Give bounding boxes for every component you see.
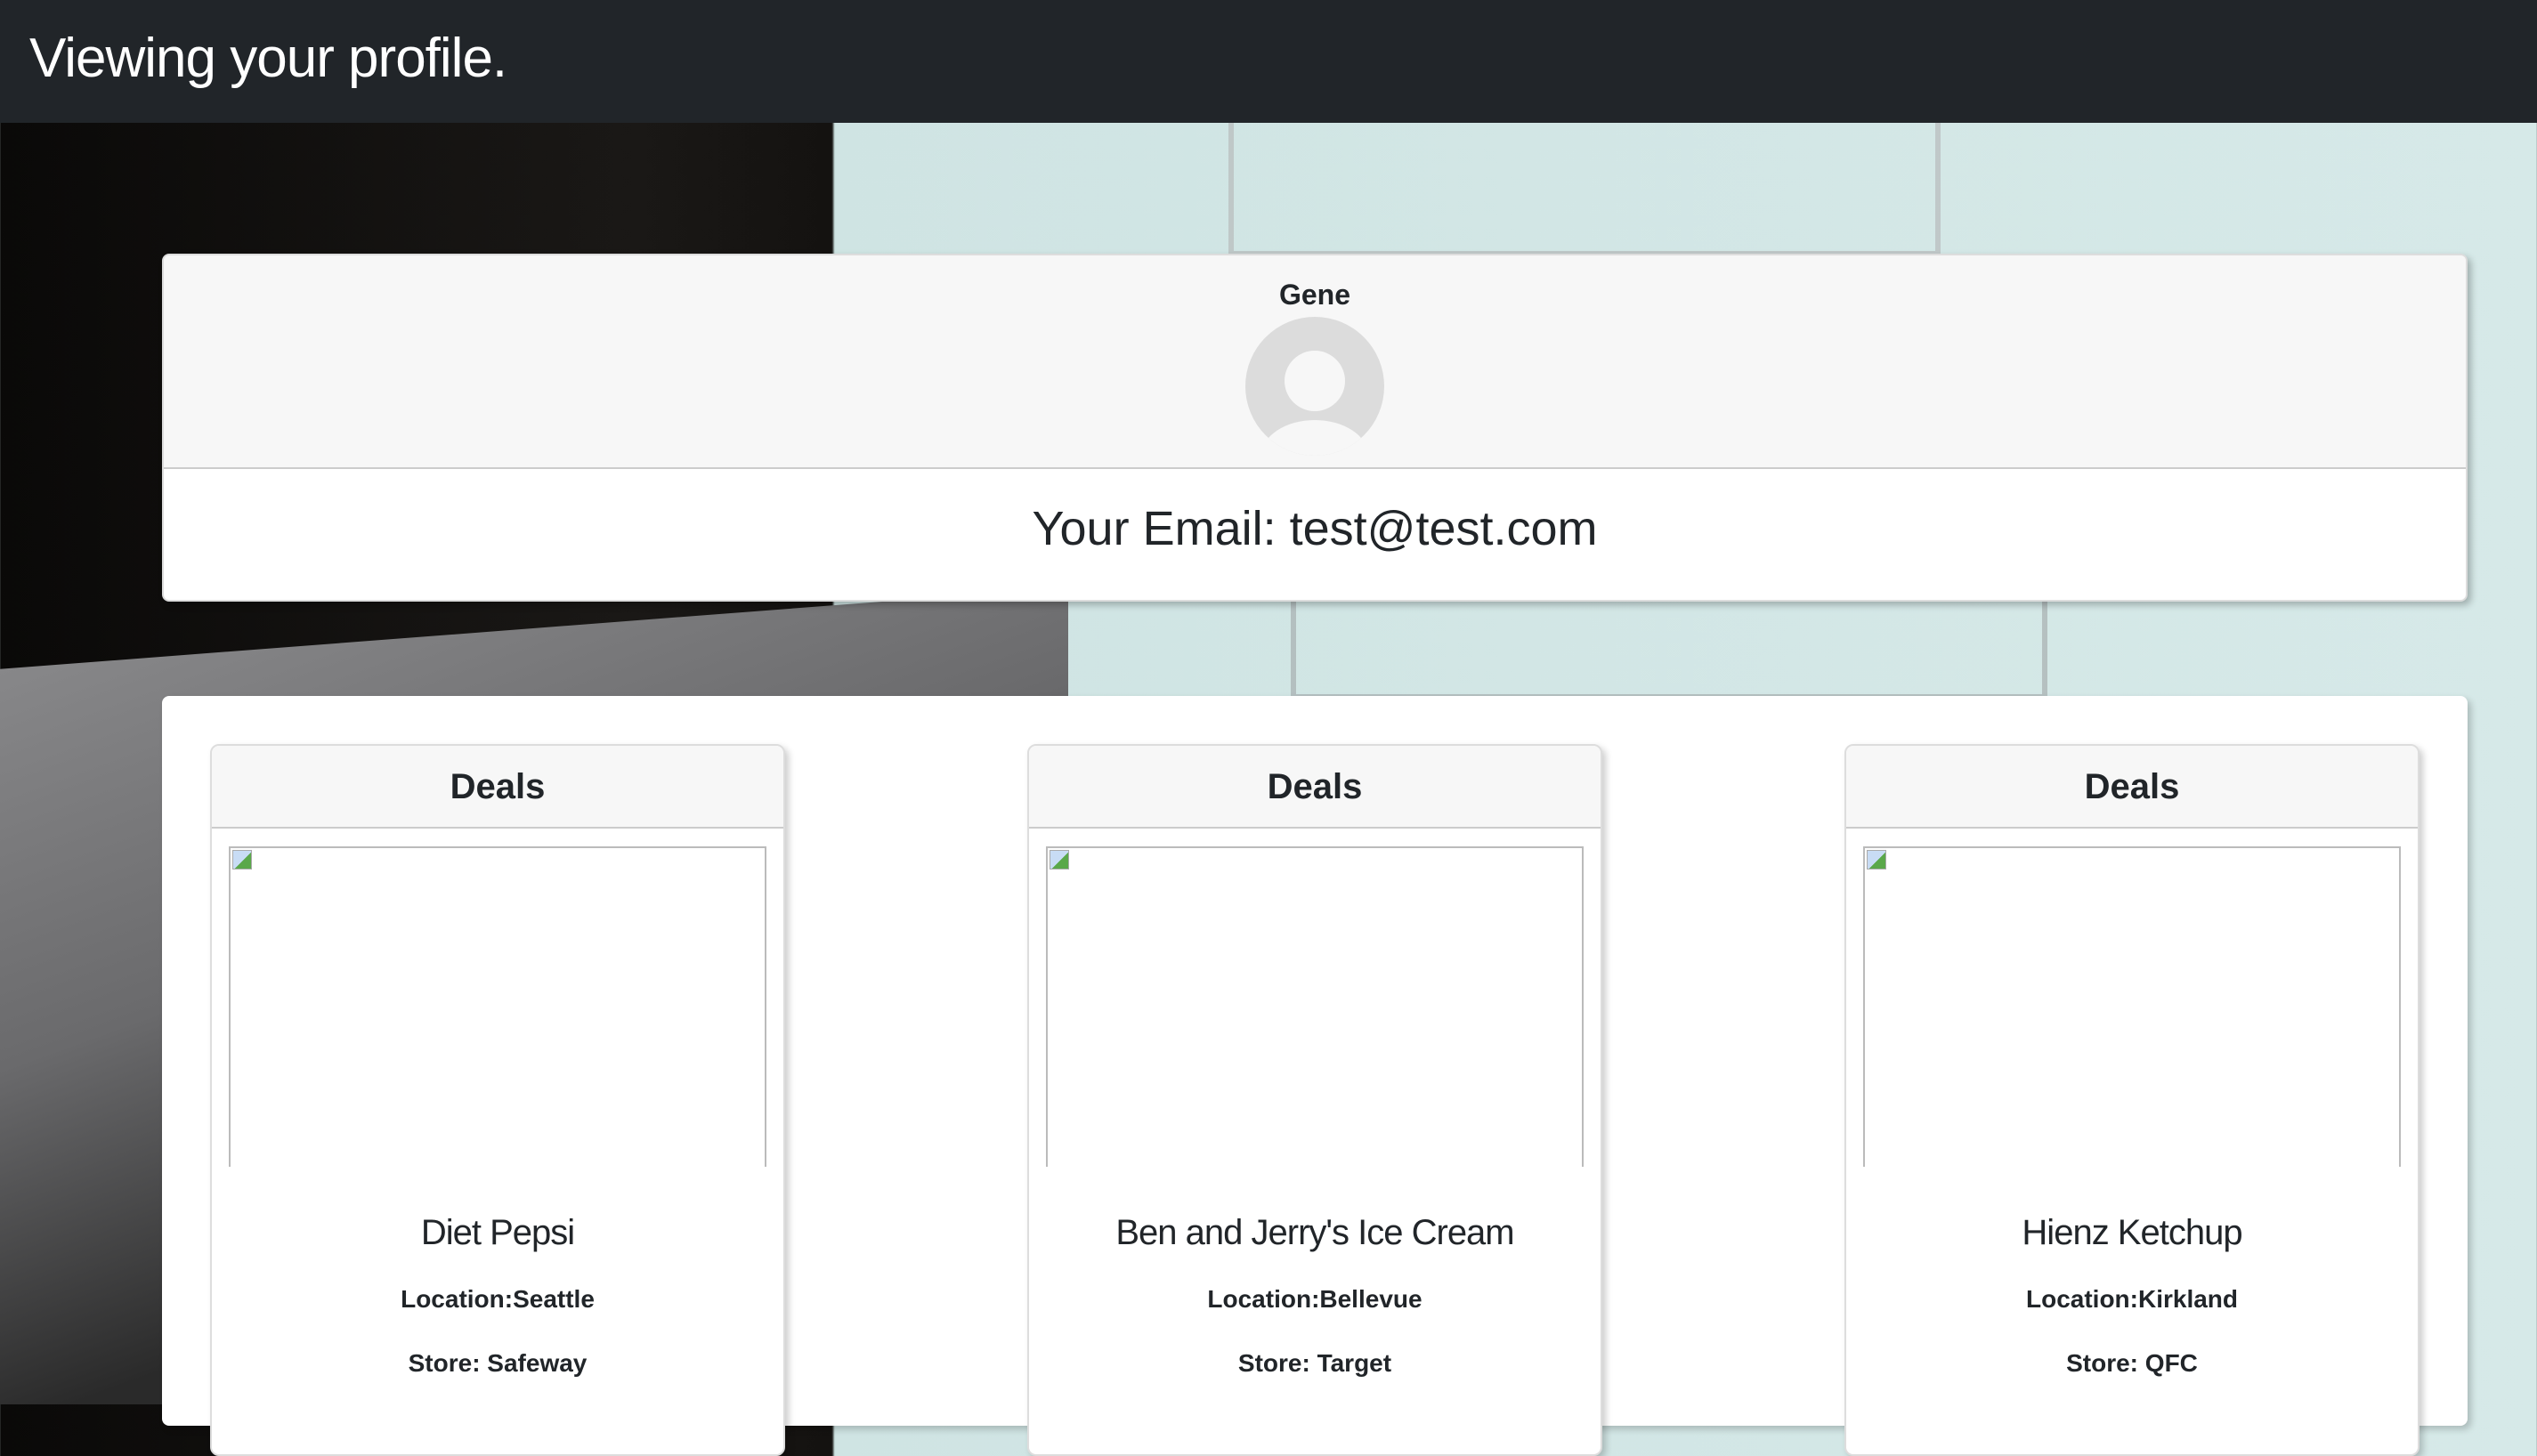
page-title: Viewing your profile.: [29, 28, 507, 89]
avatar-icon: [1245, 317, 1384, 456]
profile-email: Your Email: test@test.com: [1032, 502, 1598, 555]
broken-image-icon: [232, 850, 252, 870]
background-cart: [1228, 123, 1941, 256]
deal-card: Deals Diet Pepsi Location:Seattle Store:…: [210, 744, 785, 1456]
deal-card-header: Deals: [212, 746, 783, 829]
deal-card-header: Deals: [1029, 746, 1601, 829]
deal-store: Store: QFC: [2066, 1349, 2198, 1377]
profile-card: Gene Your Email: test@test.com: [162, 254, 2468, 602]
deal-store: Store: Target: [1237, 1349, 1392, 1377]
deal-location: Location:Seattle: [401, 1285, 595, 1313]
deal-card: Deals Ben and Jerry's Ice Cream Location…: [1027, 744, 1602, 1456]
background-cart-lower: [1291, 602, 2047, 700]
deal-image: [1863, 846, 2401, 1167]
broken-image-icon: [1050, 850, 1069, 870]
top-bar: Viewing your profile.: [0, 0, 2537, 123]
deal-title: Ben and Jerry's Ice Cream: [1115, 1213, 1514, 1252]
broken-image-icon: [1867, 850, 1886, 870]
deal-title: Diet Pepsi: [420, 1213, 575, 1252]
deals-container: Deals Diet Pepsi Location:Seattle Store:…: [162, 696, 2468, 1456]
deal-title: Hienz Ketchup: [2022, 1213, 2242, 1252]
deal-location: Location:Kirkland: [2025, 1285, 2238, 1313]
deal-location: Location:Bellevue: [1207, 1285, 1423, 1313]
deal-image: [1046, 846, 1584, 1167]
deal-store: Store: Safeway: [408, 1349, 588, 1377]
profile-header: Gene: [164, 255, 2466, 469]
deal-image: [229, 846, 766, 1167]
deal-card-header: Deals: [1846, 746, 2418, 829]
deal-card: Deals Hienz Ketchup Location:Kirkland St…: [1844, 744, 2419, 1456]
profile-name: Gene: [1278, 279, 1351, 311]
